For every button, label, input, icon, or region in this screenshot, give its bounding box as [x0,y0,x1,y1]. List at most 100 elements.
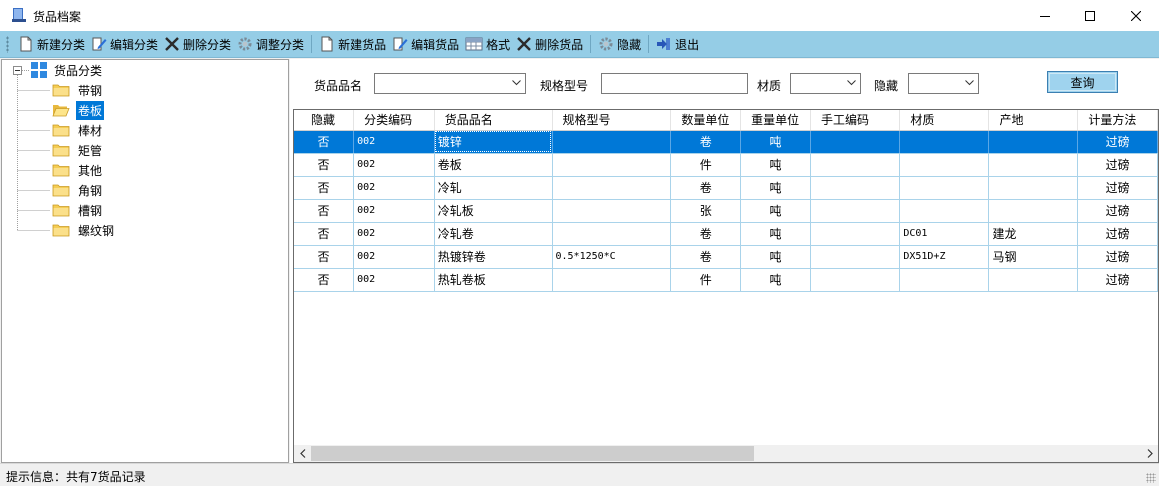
tree-item[interactable]: 角钢 [52,181,104,199]
table-cell[interactable] [810,268,901,292]
table-cell[interactable] [899,199,990,223]
tree-item[interactable]: 其他 [52,161,104,179]
table-cell[interactable] [810,130,901,154]
tree-root[interactable]: 货品分类 [13,61,104,79]
table-cell[interactable]: 卷 [670,130,742,154]
table-cell[interactable]: 过磅 [1077,176,1158,200]
table-cell[interactable]: 002 [353,153,435,177]
material-combo[interactable] [790,73,861,94]
resize-grip[interactable] [1146,473,1156,483]
table-cell[interactable]: 卷 [670,245,742,269]
table-cell[interactable] [810,222,901,246]
adjust-category-button[interactable]: 调整分类 [234,33,307,56]
tree-item[interactable]: 螺纹钢 [52,221,116,239]
spec-input[interactable] [601,73,748,94]
table-cell[interactable]: 件 [670,268,742,292]
table-cell[interactable]: 否 [294,222,355,246]
table-cell[interactable] [810,153,901,177]
horizontal-scrollbar[interactable] [294,445,1158,462]
table-cell[interactable]: 冷轧板 [434,199,553,223]
table-row[interactable]: 否 002 卷板 件吨 过磅 [294,153,1158,177]
table-cell[interactable]: 镀锌 [434,130,553,154]
table-cell[interactable] [552,153,672,177]
table-cell[interactable]: 过磅 [1077,245,1158,269]
column-header[interactable]: 计量方法 [1077,110,1158,131]
new-goods-button[interactable]: 新建货品 [316,33,389,56]
delete-category-button[interactable]: 删除分类 [161,33,234,56]
table-cell[interactable] [552,130,672,154]
goods-grid[interactable]: 隐藏 分类编码 货品品名 规格型号 数量单位 重量单位 手工编码 材质 产地 计量方法 否 002 镀… [293,109,1159,463]
column-header[interactable]: 隐藏 [294,110,355,131]
new-category-button[interactable]: 新建分类 [15,33,88,56]
table-cell[interactable] [988,268,1079,292]
query-button[interactable]: 查询 [1047,71,1118,93]
table-cell[interactable] [552,199,672,223]
table-cell[interactable]: 热镀锌卷 [434,245,553,269]
table-cell[interactable]: 过磅 [1077,130,1158,154]
column-header[interactable]: 分类编码 [353,110,435,131]
table-cell[interactable]: 过磅 [1077,199,1158,223]
table-cell[interactable]: 吨 [740,153,811,177]
column-header[interactable]: 材质 [899,110,990,131]
table-row[interactable]: 否 002 镀锌 卷吨 过磅 [294,130,1158,154]
table-cell[interactable] [899,130,990,154]
table-cell[interactable] [899,268,990,292]
table-cell[interactable] [552,222,672,246]
table-cell[interactable]: 否 [294,153,355,177]
table-cell[interactable]: DX51D+Z [899,245,990,269]
table-cell[interactable]: 冷轧 [434,176,553,200]
table-cell[interactable]: 否 [294,268,355,292]
table-cell[interactable]: 吨 [740,176,811,200]
edit-goods-button[interactable]: 编辑货品 [389,33,462,56]
format-button[interactable]: 格式 [462,33,513,56]
table-cell[interactable]: 002 [353,130,435,154]
table-cell[interactable]: 002 [353,268,435,292]
table-cell[interactable]: 过磅 [1077,268,1158,292]
table-cell[interactable] [988,199,1079,223]
table-cell[interactable]: 过磅 [1077,222,1158,246]
scroll-right-button[interactable] [1141,445,1158,462]
name-combo[interactable] [374,73,526,94]
table-cell[interactable]: 002 [353,199,435,223]
hidden-combo[interactable] [908,73,979,94]
table-cell[interactable]: 002 [353,245,435,269]
table-cell[interactable]: 吨 [740,245,811,269]
table-cell[interactable]: 否 [294,176,355,200]
table-cell[interactable]: 否 [294,199,355,223]
tree-item[interactable]: 卷板 [52,100,105,120]
table-cell[interactable]: 建龙 [988,222,1079,246]
table-cell[interactable]: 吨 [740,222,811,246]
toolbar-grip[interactable] [6,35,9,53]
table-cell[interactable]: 卷板 [434,153,553,177]
table-cell[interactable] [810,245,901,269]
table-cell[interactable] [899,153,990,177]
table-row[interactable]: 否 002 冷轧 卷吨 过磅 [294,176,1158,200]
table-cell[interactable] [988,176,1079,200]
table-row[interactable]: 否 002 冷轧板 张吨 过磅 [294,199,1158,223]
delete-goods-button[interactable]: 删除货品 [513,33,586,56]
column-header[interactable]: 重量单位 [740,110,811,131]
table-cell[interactable]: 吨 [740,130,811,154]
table-cell[interactable]: 马钢 [988,245,1079,269]
category-tree[interactable]: 货品分类 带钢 卷板 棒材 矩管 其他 角钢 槽钢 螺纹钢 [1,59,289,463]
maximize-button[interactable] [1067,0,1113,31]
edit-category-button[interactable]: 编辑分类 [88,33,161,56]
scroll-left-button[interactable] [294,445,311,462]
table-cell[interactable]: 0.5*1250*C [552,245,672,269]
table-row[interactable]: 否 002 热镀锌卷 0.5*1250*C 卷吨 DX51D+Z 马钢 过磅 [294,245,1158,269]
table-cell[interactable] [988,130,1079,154]
exit-button[interactable]: 退出 [653,33,702,56]
table-cell[interactable]: 张 [670,199,742,223]
tree-item[interactable]: 棒材 [52,121,104,139]
table-cell[interactable]: 卷 [670,176,742,200]
close-button[interactable] [1113,0,1159,31]
table-cell[interactable]: 件 [670,153,742,177]
table-cell[interactable]: DC01 [899,222,990,246]
table-cell[interactable]: 否 [294,130,355,154]
table-cell[interactable]: 过磅 [1077,153,1158,177]
table-cell[interactable]: 热轧卷板 [434,268,553,292]
scrollbar-thumb[interactable] [311,446,754,461]
table-cell[interactable]: 卷 [670,222,742,246]
table-cell[interactable]: 吨 [740,268,811,292]
tree-item[interactable]: 矩管 [52,141,104,159]
